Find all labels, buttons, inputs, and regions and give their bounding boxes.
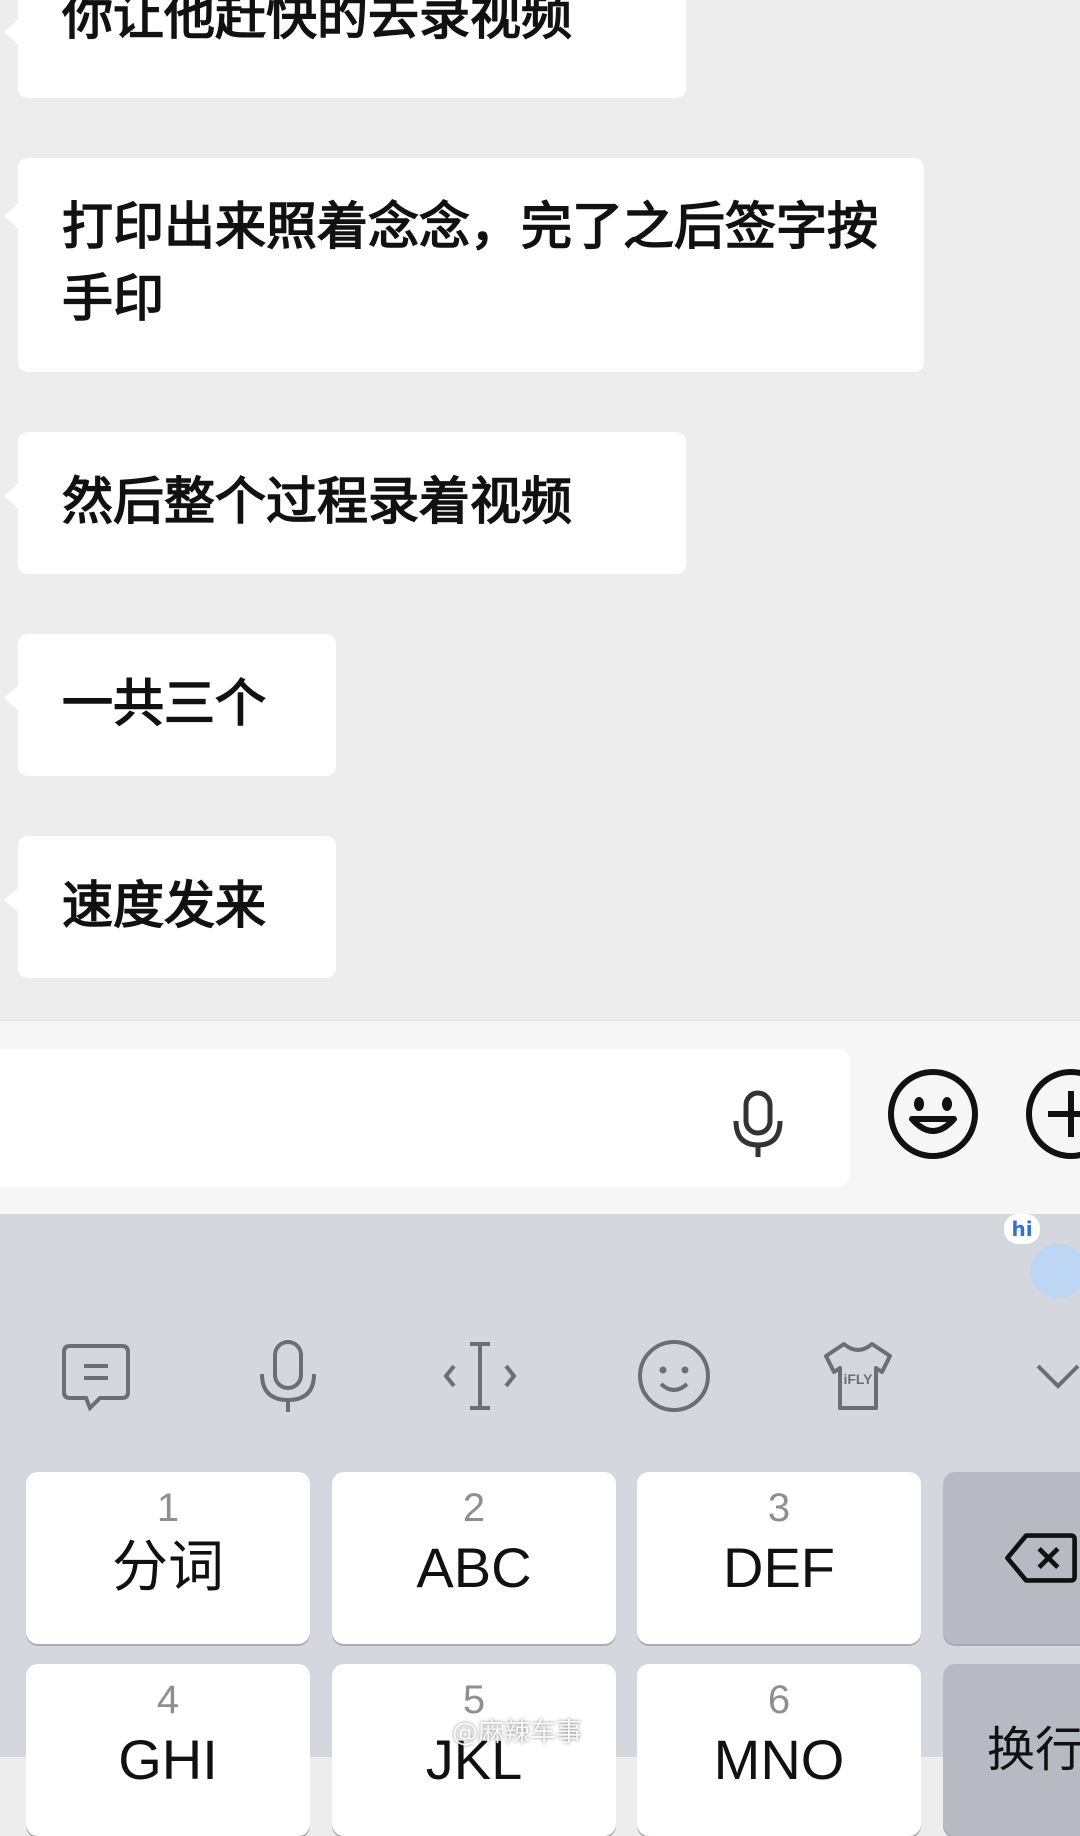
message-text: 然后整个过程录着视频 [62, 473, 573, 532]
message-bubble[interactable]: 速度发来 [4, 836, 336, 978]
key-number: 4 [156, 1678, 180, 1722]
message-text: 速度发来 [62, 877, 267, 936]
collapse-chevron-icon[interactable] [1018, 1336, 1080, 1416]
message-bubble[interactable]: 一共三个 [4, 634, 336, 776]
key-5[interactable]: 5 JKL [332, 1664, 616, 1836]
assistant-mascot[interactable]: hi [1004, 1214, 1080, 1304]
message-text: 打印出来照着念念，完了之后签字按手印 [62, 198, 879, 329]
enter-key[interactable]: 换行 [943, 1664, 1080, 1836]
skin-badge-text: iFLY [843, 1371, 873, 1387]
message-bubble[interactable]: 然后整个过程录着视频 [4, 432, 686, 574]
key-4[interactable]: 4 GHI [26, 1664, 310, 1836]
backspace-icon [1005, 1533, 1077, 1583]
key-number: 2 [462, 1486, 486, 1530]
key-3[interactable]: 3 DEF [637, 1472, 921, 1644]
key-number: 1 [156, 1486, 180, 1530]
key-label: GHI [118, 1728, 218, 1791]
enter-key-label: 换行 [987, 1722, 1080, 1778]
message-input[interactable] [0, 1049, 850, 1187]
key-label: 分词 [112, 1535, 224, 1600]
key-1[interactable]: 1 分词 [26, 1472, 310, 1644]
emoji-icon[interactable] [886, 1067, 980, 1161]
microphone-icon[interactable] [728, 1089, 788, 1159]
skin-shirt-icon[interactable]: iFLY [818, 1336, 898, 1416]
message-text: 你让他赶快的去录视频 [62, 0, 573, 47]
message-bubble[interactable]: 你让他赶快的去录视频 [4, 0, 686, 98]
watermark: @麻辣车事 [452, 1718, 583, 1748]
message-bubble[interactable]: 打印出来照着念念，完了之后签字按手印 [4, 158, 924, 372]
ime-keyboard: hi iFLY 1 分词 2 ABC 3 DEF 4 GHI 5 JKL 6 M… [0, 1214, 1080, 1836]
key-6[interactable]: 6 MNO [637, 1664, 921, 1836]
key-label: MNO [713, 1728, 845, 1791]
plus-icon[interactable] [1024, 1067, 1080, 1161]
voice-input-icon[interactable] [248, 1336, 328, 1416]
key-number: 3 [767, 1486, 791, 1530]
message-text: 一共三个 [62, 675, 267, 734]
mascot-icon [1030, 1244, 1080, 1298]
mascot-greeting-badge: hi [1004, 1214, 1040, 1244]
key-number: 6 [767, 1678, 791, 1722]
key-2[interactable]: 2 ABC [332, 1472, 616, 1644]
chat-message-list: 你让他赶快的去录视频 打印出来照着念念，完了之后签字按手印 然后整个过程录着视频… [0, 0, 1080, 1020]
delete-key[interactable] [943, 1472, 1080, 1644]
emoji-smile-icon[interactable] [634, 1336, 714, 1416]
clipboard-icon[interactable] [56, 1336, 136, 1416]
key-label: DEF [723, 1536, 835, 1599]
cursor-move-icon[interactable] [440, 1336, 520, 1416]
key-label: ABC [416, 1536, 532, 1599]
message-input-bar [0, 1020, 1080, 1215]
